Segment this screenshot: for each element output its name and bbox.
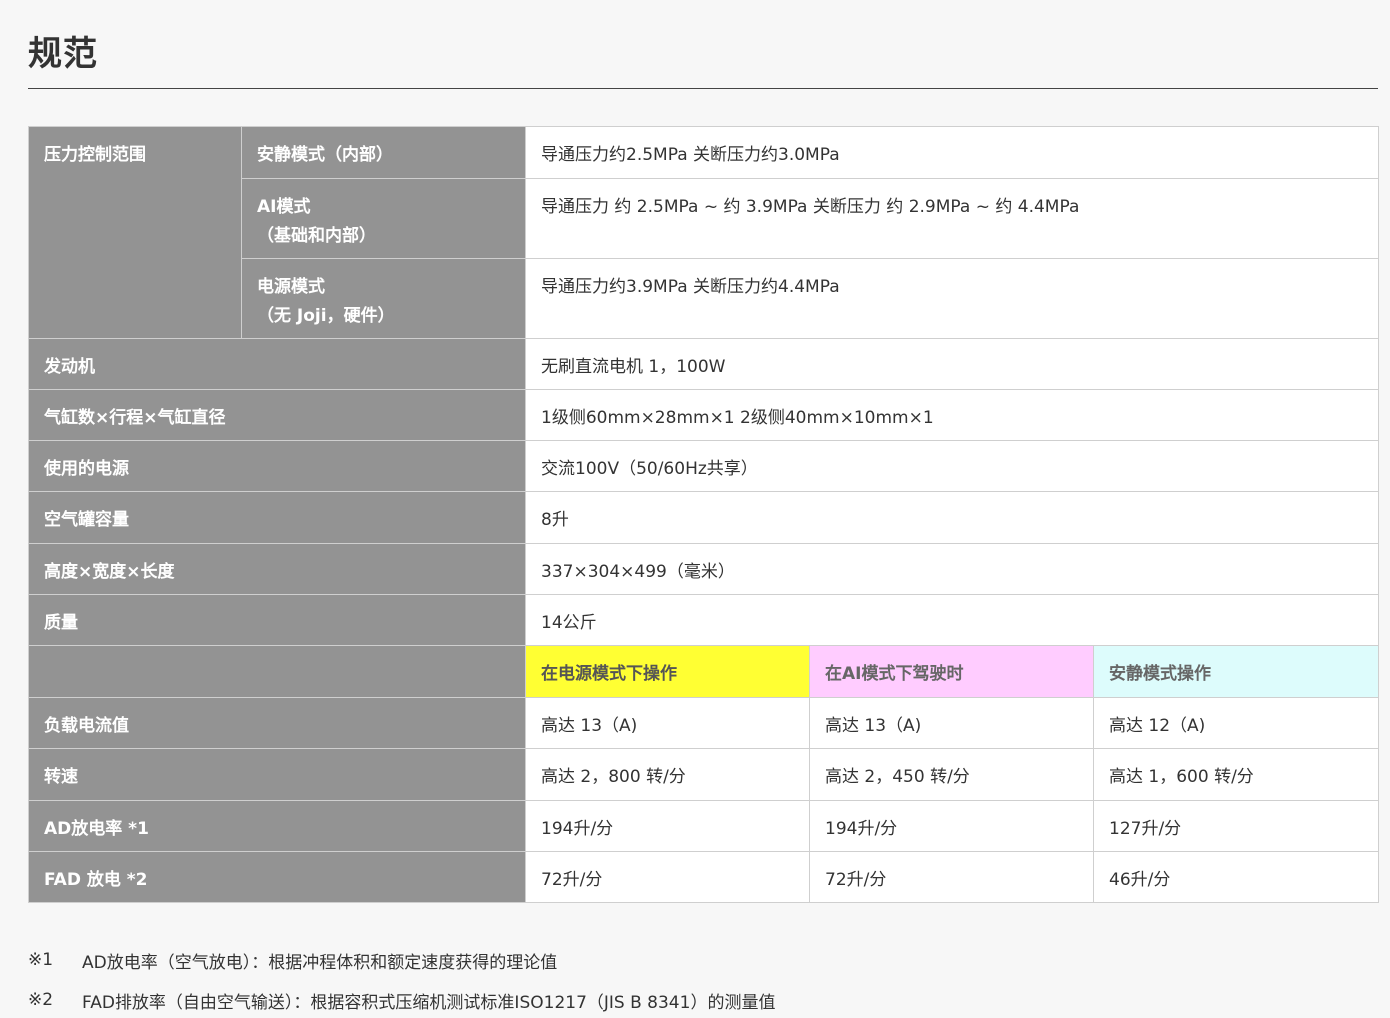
row-label: 使用的电源 <box>28 440 526 492</box>
row-value: 14公斤 <box>525 594 1379 646</box>
mode-power-header: 在电源模式下操作 <box>525 645 810 698</box>
table-row: 使用的电源 交流100V（50/60Hz共享） <box>28 440 1379 492</box>
row-label: AD放电率 *1 <box>28 800 526 852</box>
power-value: 72升/分 <box>525 851 810 903</box>
row-label: 空气罐容量 <box>28 491 526 544</box>
table-row: 转速 高达 2，800 转/分 高达 2，450 转/分 高达 1，600 转/… <box>28 748 1379 801</box>
footnote-text: FAD排放率（自由空气输送）：根据容积式压缩机测试标准ISO1217（JIS B… <box>82 992 776 1013</box>
row-label: 负载电流值 <box>28 697 526 749</box>
title-divider <box>28 88 1378 89</box>
table-row: 气缸数×行程×气缸直径 1级侧60mm×28mm×1 2级侧40mm×10mm×… <box>28 389 1379 441</box>
row-label: 高度×宽度×长度 <box>28 543 526 595</box>
row-value: 1级侧60mm×28mm×1 2级侧40mm×10mm×1 <box>525 389 1379 441</box>
power-value: 高达 13（A) <box>525 697 810 749</box>
row-label: 转速 <box>28 748 526 801</box>
row-value: 8升 <box>525 491 1379 544</box>
spec-page: 规范 压力控制范围 安静模式（内部） 导通压力约2.5MPa 关断压力约3.0M… <box>0 0 1390 1018</box>
mode-quiet-label: 安静模式（内部） <box>241 126 526 179</box>
table-row: 空气罐容量 8升 <box>28 491 1379 544</box>
table-row: 负载电流值 高达 13（A) 高达 13（A) 高达 12（A) <box>28 697 1379 749</box>
ai-value: 高达 13（A) <box>809 697 1094 749</box>
table-row: AD放电率 *1 194升/分 194升/分 127升/分 <box>28 800 1379 852</box>
row-value: 交流100V（50/60Hz共享） <box>525 440 1379 492</box>
pressure-range-label: 压力控制范围 <box>28 126 242 339</box>
power-value: 高达 2，800 转/分 <box>525 748 810 801</box>
mode-ai-header: 在AI模式下驾驶时 <box>809 645 1094 698</box>
footnote-text: AD放电率（空气放电）：根据冲程体积和额定速度获得的理论值 <box>82 952 558 973</box>
mode-header-blank <box>28 645 526 698</box>
pressure-ai-value: 导通压力 约 2.5MPa ~ 约 3.9MPa 关断压力 约 2.9MPa ~… <box>525 178 1379 259</box>
footnote: ※2 FAD排放率（自由空气输送）：根据容积式压缩机测试标准ISO1217（JI… <box>28 980 775 1018</box>
mode-power-label: 电源模式 （无 Joji，硬件） <box>241 258 526 339</box>
row-label: FAD 放电 *2 <box>28 851 526 903</box>
quiet-value: 高达 12（A) <box>1093 697 1379 749</box>
mode-quiet-header: 安静模式操作 <box>1093 645 1379 698</box>
footnote-mark: ※1 <box>28 950 54 970</box>
ai-value: 72升/分 <box>809 851 1094 903</box>
table-row: 发动机 无刷直流电机 1，100W <box>28 338 1379 390</box>
quiet-value: 127升/分 <box>1093 800 1379 852</box>
row-label: 发动机 <box>28 338 526 390</box>
row-label: 气缸数×行程×气缸直径 <box>28 389 526 441</box>
table-row: 质量 14公斤 <box>28 594 1379 646</box>
footnote: ※1 AD放电率（空气放电）：根据冲程体积和额定速度获得的理论值 <box>28 940 775 980</box>
pressure-power-value: 导通压力约3.9MPa 关断压力约4.4MPa <box>525 258 1379 339</box>
table-row: 高度×宽度×长度 337×304×499（毫米） <box>28 543 1379 595</box>
power-value: 194升/分 <box>525 800 810 852</box>
table-row: FAD 放电 *2 72升/分 72升/分 46升/分 <box>28 851 1379 903</box>
row-label: 质量 <box>28 594 526 646</box>
row-value: 337×304×499（毫米） <box>525 543 1379 595</box>
pressure-quiet-value: 导通压力约2.5MPa 关断压力约3.0MPa <box>525 126 1379 179</box>
ai-value: 194升/分 <box>809 800 1094 852</box>
mode-ai-label: AI模式 （基础和内部） <box>241 178 526 259</box>
footnote-mark: ※2 <box>28 990 54 1010</box>
spec-table: 压力控制范围 安静模式（内部） 导通压力约2.5MPa 关断压力约3.0MPa … <box>28 126 1379 903</box>
row-value: 无刷直流电机 1，100W <box>525 338 1379 390</box>
mode-header-row: 在电源模式下操作 在AI模式下驾驶时 安静模式操作 <box>28 645 1379 698</box>
quiet-value: 高达 1，600 转/分 <box>1093 748 1379 801</box>
footnotes: ※1 AD放电率（空气放电）：根据冲程体积和额定速度获得的理论值 ※2 FAD排… <box>28 940 775 1018</box>
ai-value: 高达 2，450 转/分 <box>809 748 1094 801</box>
quiet-value: 46升/分 <box>1093 851 1379 903</box>
table-row: 压力控制范围 安静模式（内部） 导通压力约2.5MPa 关断压力约3.0MPa <box>28 126 1379 339</box>
page-title: 规范 <box>28 34 98 74</box>
